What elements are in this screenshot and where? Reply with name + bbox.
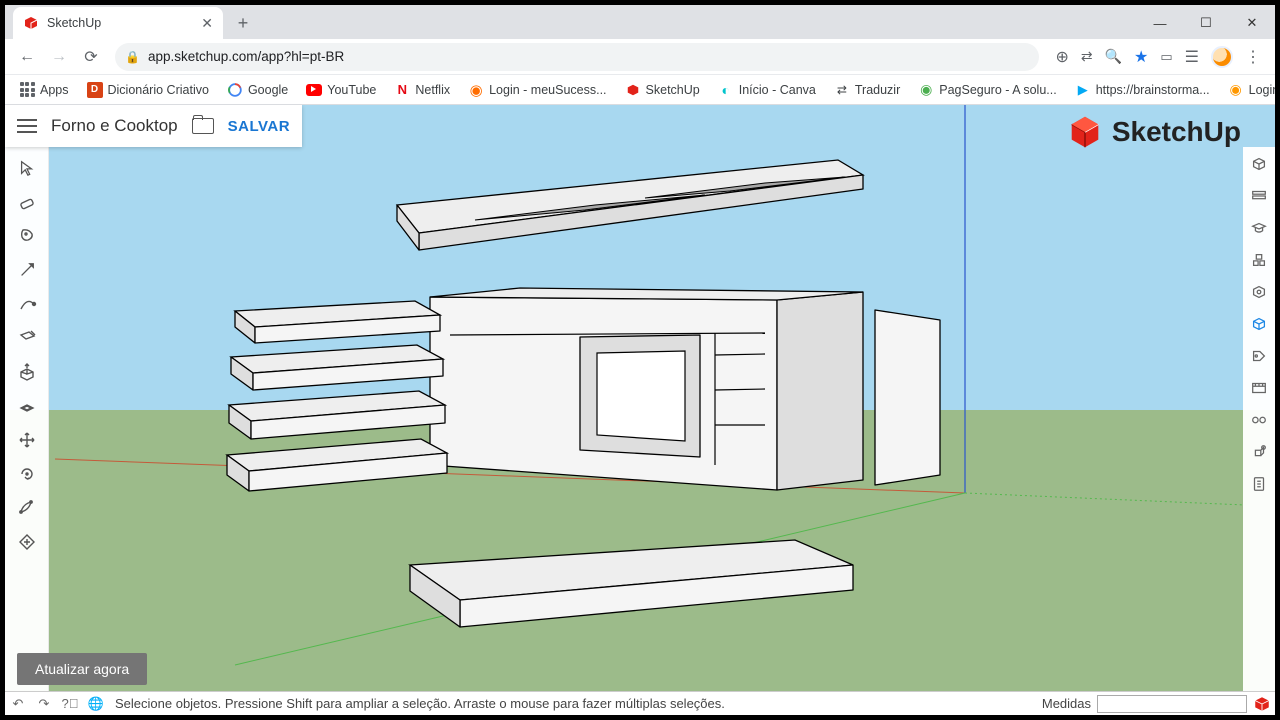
reading-list-icon[interactable]: ☰ <box>1185 47 1199 67</box>
nav-reload-button[interactable]: ⟳ <box>77 43 105 71</box>
nav-forward-button[interactable]: → <box>45 43 73 71</box>
panel-location-icon[interactable] <box>1245 437 1273 467</box>
bookmarks-bar: Apps DDicionário Criativo Google YouTube… <box>5 75 1275 105</box>
bookmark-item[interactable]: ◉Login - meuSucess... <box>462 79 612 101</box>
eraser-tool[interactable] <box>9 185 45 219</box>
undo-icon[interactable]: ↶ <box>5 696 31 712</box>
panel-components-icon[interactable] <box>1245 245 1273 275</box>
bookmark-item[interactable]: ◉Login <box>1222 79 1275 101</box>
brand-logo: SketchUp <box>1066 113 1241 151</box>
nav-back-button[interactable]: ← <box>13 43 41 71</box>
profile-avatar-icon[interactable] <box>1211 46 1233 68</box>
paint-tool[interactable] <box>9 219 45 253</box>
help-icon[interactable]: ?⃝ <box>57 696 83 711</box>
panel-instructor-icon[interactable] <box>1245 181 1273 211</box>
bookmark-item[interactable]: ◉PagSeguro - A solu... <box>912 79 1062 101</box>
panel-tags-icon[interactable] <box>1245 341 1273 371</box>
zoom-add-icon[interactable]: ⊕ <box>1055 47 1068 67</box>
folder-icon[interactable] <box>192 118 214 134</box>
status-bar: ↶ ↷ ?⃝ 🌐 Selecione objetos. Pressione Sh… <box>5 691 1275 715</box>
sketchup-logo-icon <box>1066 113 1104 151</box>
bookmark-item[interactable]: SketchUp <box>619 79 706 101</box>
bookmark-item[interactable]: ⇄Traduzir <box>828 79 906 101</box>
zoom-icon[interactable]: 🔍 <box>1105 48 1122 65</box>
browser-toolbar: ← → ⟳ 🔒 app.sketchup.com/app?hl=pt-BR ⊕ … <box>5 39 1275 75</box>
translate-icon[interactable]: ⇄ <box>1081 48 1093 65</box>
tape-tool[interactable] <box>9 525 45 559</box>
panel-scenes-icon[interactable] <box>1245 373 1273 403</box>
panel-entity-info-icon[interactable] <box>1245 149 1273 179</box>
bookmark-item[interactable]: ▶https://brainstorma... <box>1069 79 1216 101</box>
panel-styles-icon[interactable] <box>1245 309 1273 339</box>
arc-tool[interactable] <box>9 287 45 321</box>
address-bar[interactable]: 🔒 app.sketchup.com/app?hl=pt-BR <box>115 43 1039 71</box>
status-hint: Selecione objetos. Pressione Shift para … <box>109 696 1036 711</box>
app-header: Forno e Cooktop SALVAR <box>5 105 302 147</box>
sketchup-favicon-icon <box>23 15 39 31</box>
window-close-icon[interactable]: ✕ <box>1229 7 1275 39</box>
viewport-3d[interactable] <box>5 105 1275 690</box>
bookmark-star-icon[interactable]: ★ <box>1134 47 1148 67</box>
tab-title: SketchUp <box>47 16 101 30</box>
new-tab-button[interactable]: + <box>229 9 257 37</box>
offset-tool[interactable] <box>9 389 45 423</box>
sketchup-app: Forno e Cooktop SALVAR SketchUp <box>5 105 1275 715</box>
bookmark-apps[interactable]: Apps <box>13 79 75 101</box>
tool-palette <box>5 147 49 691</box>
bookmark-item[interactable]: YouTube <box>300 79 382 101</box>
panel-display-icon[interactable] <box>1245 405 1273 435</box>
panel-outliner-icon[interactable] <box>1245 469 1273 499</box>
measurements-label: Medidas <box>1036 696 1097 711</box>
sketchup-small-icon[interactable] <box>1253 695 1271 713</box>
url-text: app.sketchup.com/app?hl=pt-BR <box>148 49 344 64</box>
bookmark-item[interactable]: NNetflix <box>388 79 456 101</box>
move-tool[interactable] <box>9 423 45 457</box>
save-button[interactable]: SALVAR <box>228 118 290 135</box>
select-tool[interactable] <box>9 151 45 185</box>
bookmark-item[interactable]: Google <box>221 79 294 101</box>
window-minimize-icon[interactable]: — <box>1137 7 1183 39</box>
reader-icon[interactable]: ▭ <box>1160 49 1172 65</box>
bookmark-item[interactable]: ◐Início - Canva <box>712 79 822 101</box>
browser-tab[interactable]: SketchUp ✕ <box>13 7 223 39</box>
rotate-tool[interactable] <box>9 457 45 491</box>
tray-panel <box>1243 147 1275 691</box>
lock-icon: 🔒 <box>125 50 140 64</box>
panel-learn-icon[interactable] <box>1245 213 1273 243</box>
file-title: Forno e Cooktop <box>51 116 178 136</box>
window-maximize-icon[interactable]: ☐ <box>1183 7 1229 39</box>
update-button[interactable]: Atualizar agora <box>17 653 147 685</box>
tab-close-icon[interactable]: ✕ <box>201 15 213 32</box>
measurements-input[interactable] <box>1097 695 1247 713</box>
bookmark-item[interactable]: DDicionário Criativo <box>81 79 215 101</box>
scale-tool[interactable] <box>9 491 45 525</box>
panel-materials-icon[interactable] <box>1245 277 1273 307</box>
line-tool[interactable] <box>9 253 45 287</box>
language-icon[interactable]: 🌐 <box>83 696 109 712</box>
redo-icon[interactable]: ↷ <box>31 696 57 712</box>
menu-kebab-icon[interactable]: ⋮ <box>1245 47 1261 67</box>
pushpull-tool[interactable] <box>9 355 45 389</box>
rectangle-tool[interactable] <box>9 321 45 355</box>
menu-icon[interactable] <box>17 119 37 133</box>
browser-tabstrip: SketchUp ✕ + — ☐ ✕ <box>5 5 1275 39</box>
